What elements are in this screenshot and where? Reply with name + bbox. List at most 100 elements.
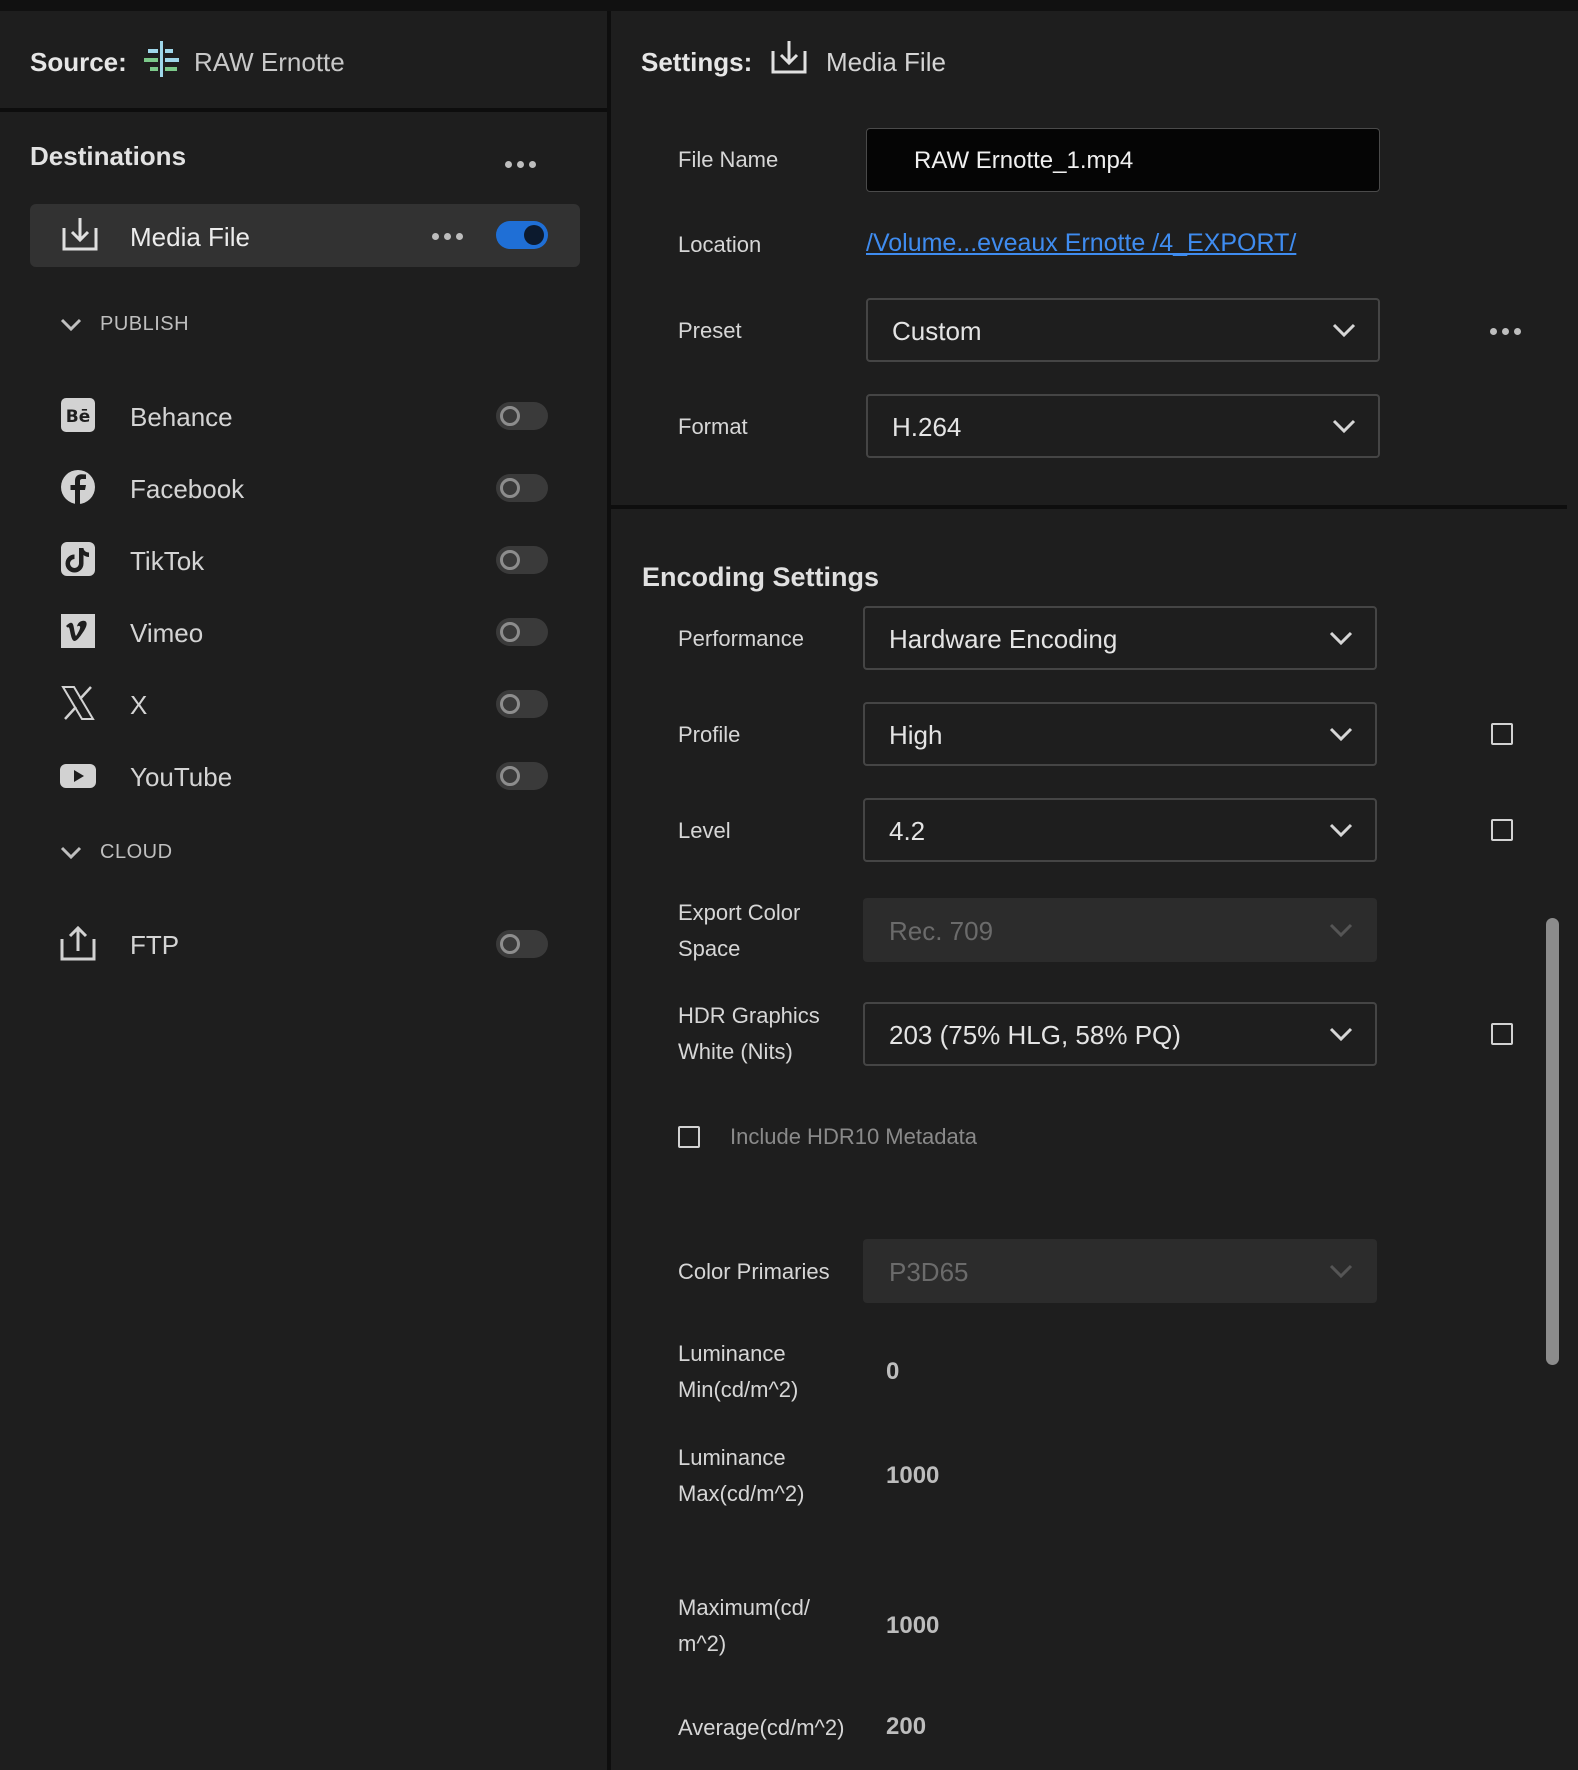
level-checkbox[interactable] xyxy=(1491,819,1513,841)
destination-label: Behance xyxy=(130,402,233,432)
scrollbar-thumb[interactable] xyxy=(1546,918,1559,1365)
average-label: Average(cd/m^2) xyxy=(678,1715,845,1740)
svg-text:Bē: Bē xyxy=(66,407,91,427)
section-divider xyxy=(611,505,1567,509)
preset-select[interactable]: Custom xyxy=(866,298,1380,362)
export-color-space-value: Rec. 709 xyxy=(889,916,994,946)
sequence-icon xyxy=(144,41,179,77)
tiktok-icon xyxy=(61,542,95,576)
publish-section-header[interactable]: PUBLISH xyxy=(60,313,189,336)
facebook-icon xyxy=(61,470,95,504)
settings-label: Settings: xyxy=(641,47,753,77)
destination-vimeo[interactable]: Vimeo xyxy=(60,607,550,657)
destination-label: FTP xyxy=(130,930,180,960)
settings-target: Media File xyxy=(826,47,946,77)
source-bar: Source: RAW Ernotte xyxy=(0,11,607,112)
profile-checkbox[interactable] xyxy=(1491,723,1513,745)
facebook-toggle[interactable] xyxy=(496,474,548,502)
preset-more-icon[interactable] xyxy=(1490,325,1521,337)
export-color-space-select: Rec. 709 xyxy=(863,898,1377,962)
luminance-min-label-line2: Min(cd/m^2) xyxy=(678,1377,799,1402)
destination-label: TikTok xyxy=(130,546,205,576)
behance-toggle[interactable] xyxy=(496,402,548,430)
media-file-destination[interactable]: Media File xyxy=(30,204,580,267)
average-value[interactable]: 200 xyxy=(886,1713,926,1741)
maximum-value[interactable]: 1000 xyxy=(886,1612,939,1640)
window-top-edge xyxy=(0,0,1578,11)
color-primaries-value: P3D65 xyxy=(889,1257,969,1287)
profile-value: High xyxy=(889,720,943,750)
source-name: RAW Ernotte xyxy=(194,47,345,77)
destination-behance[interactable]: Bē Behance xyxy=(60,391,550,441)
maximum-label-line1: Maximum(cd/ xyxy=(678,1595,811,1620)
x-toggle[interactable] xyxy=(496,690,548,718)
color-primaries-select: P3D65 xyxy=(863,1239,1377,1303)
chevron-down-icon xyxy=(1329,1264,1353,1279)
destination-label: Vimeo xyxy=(130,618,204,648)
upload-icon xyxy=(60,925,96,961)
media-file-toggle[interactable] xyxy=(496,221,548,249)
destinations-more-icon[interactable] xyxy=(505,158,536,170)
level-select[interactable]: 4.2 xyxy=(863,798,1377,862)
encoding-settings-title: Encoding Settings xyxy=(642,562,880,592)
location-label: Location xyxy=(678,232,762,257)
performance-value: Hardware Encoding xyxy=(889,624,1118,654)
file-name-value: RAW Ernotte_1.mp4 xyxy=(914,147,1134,174)
settings-panel: Settings: Media File File Name RAW Ernot… xyxy=(611,11,1578,1770)
format-value: H.264 xyxy=(892,412,962,442)
luminance-max-label-line2: Max(cd/m^2) xyxy=(678,1481,805,1506)
maximum-label-line2: m^2) xyxy=(678,1631,727,1656)
vimeo-icon xyxy=(61,614,95,648)
export-color-space-label-line1: Export Color xyxy=(678,900,801,925)
chevron-down-icon xyxy=(1329,727,1353,742)
media-file-label: Media File xyxy=(130,222,250,252)
location-link[interactable]: /Volume...eveaux Ernotte /4_EXPORT/ xyxy=(866,229,1296,258)
chevron-down-icon xyxy=(1329,823,1353,838)
preset-value: Custom xyxy=(892,316,982,346)
chevron-down-icon xyxy=(1332,323,1356,338)
chevron-down-icon xyxy=(1329,1027,1353,1042)
luminance-max-value[interactable]: 1000 xyxy=(886,1462,939,1490)
destination-label: X xyxy=(130,690,148,720)
color-primaries-label: Color Primaries xyxy=(678,1259,830,1284)
ftp-toggle[interactable] xyxy=(496,930,548,958)
chevron-down-icon xyxy=(1332,419,1356,434)
media-file-more-icon[interactable] xyxy=(432,230,463,242)
destination-youtube[interactable]: YouTube xyxy=(60,751,550,801)
destination-label: YouTube xyxy=(130,762,233,792)
level-value: 4.2 xyxy=(889,816,926,846)
youtube-icon xyxy=(60,764,96,788)
youtube-toggle[interactable] xyxy=(496,762,548,790)
cloud-section-header[interactable]: CLOUD xyxy=(60,841,173,864)
luminance-min-label-line1: Luminance xyxy=(678,1341,786,1366)
performance-select[interactable]: Hardware Encoding xyxy=(863,606,1377,670)
format-select[interactable]: H.264 xyxy=(866,394,1380,458)
tiktok-toggle[interactable] xyxy=(496,546,548,574)
chevron-down-icon xyxy=(1329,631,1353,646)
destination-label: Facebook xyxy=(130,474,245,504)
source-label: Source: xyxy=(30,47,127,77)
hdr-white-label-line2: White (Nits) xyxy=(678,1039,793,1064)
profile-label: Profile xyxy=(678,722,741,747)
destination-ftp[interactable]: FTP xyxy=(60,919,550,969)
vimeo-toggle[interactable] xyxy=(496,618,548,646)
scrollbar-track[interactable] xyxy=(1545,11,1560,1770)
luminance-min-value[interactable]: 0 xyxy=(886,1358,899,1386)
hdr-white-select[interactable]: 203 (75% HLG, 58% PQ) xyxy=(863,1002,1377,1066)
export-icon xyxy=(771,41,807,74)
level-label: Level xyxy=(678,818,731,843)
chevron-down-icon xyxy=(60,846,82,859)
file-name-input[interactable]: RAW Ernotte_1.mp4 xyxy=(866,128,1380,192)
hdr10-metadata-checkbox[interactable] xyxy=(678,1126,700,1148)
x-icon xyxy=(61,686,95,720)
destination-x[interactable]: X xyxy=(60,679,550,729)
cloud-label: CLOUD xyxy=(100,841,173,863)
preset-label: Preset xyxy=(678,318,742,343)
hdr-white-checkbox[interactable] xyxy=(1491,1023,1513,1045)
format-label: Format xyxy=(678,414,748,439)
destinations-panel: Source: RAW Ernotte Destinations Media F… xyxy=(0,11,607,1770)
destination-tiktok[interactable]: TikTok xyxy=(60,535,550,585)
profile-select[interactable]: High xyxy=(863,702,1377,766)
hdr-white-label-line1: HDR Graphics xyxy=(678,1003,820,1028)
destination-facebook[interactable]: Facebook xyxy=(60,463,550,513)
